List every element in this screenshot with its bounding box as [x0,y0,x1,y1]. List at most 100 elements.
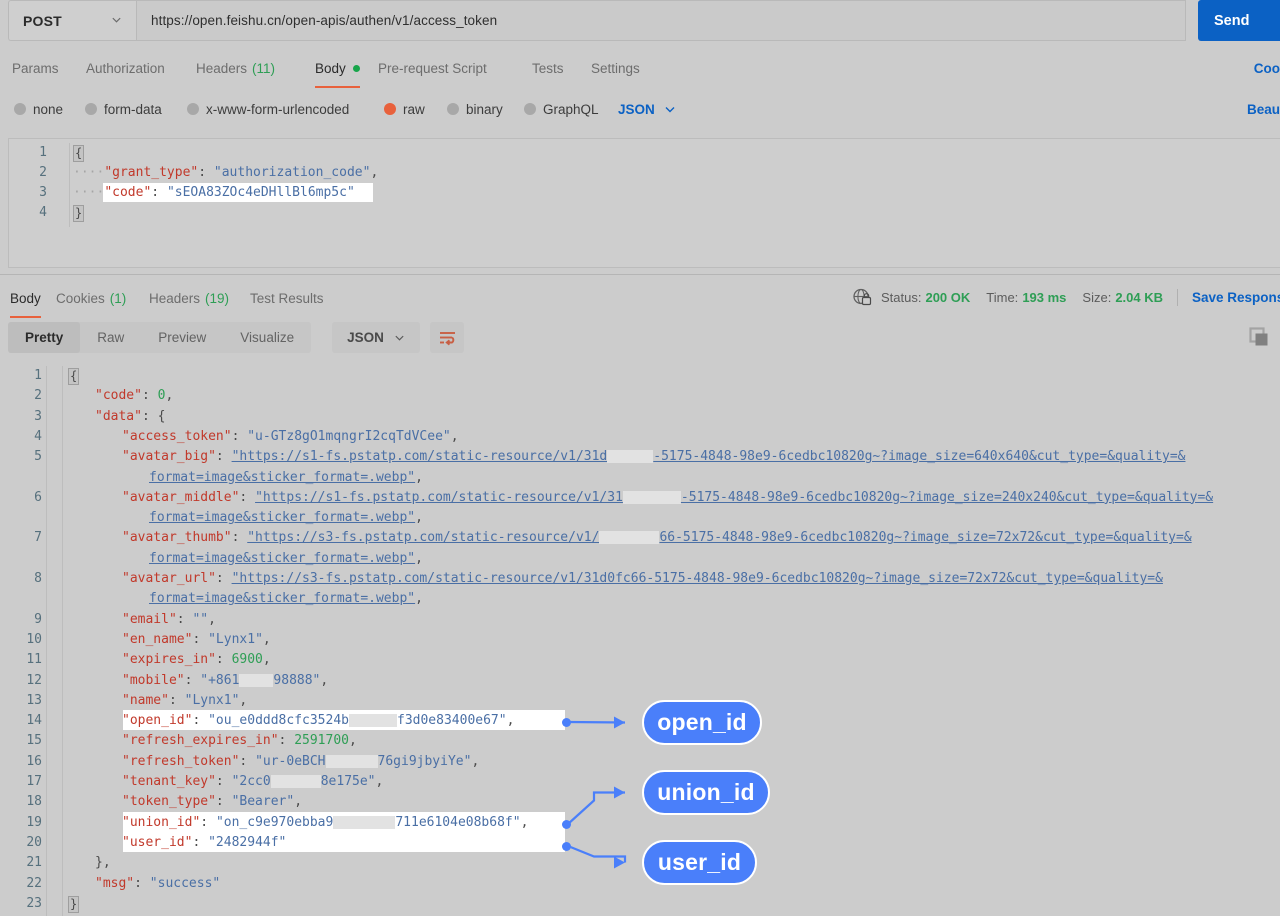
code-line: "refresh_token": "ur-0eBCH 76gi9jbyiYe", [122,754,479,769]
code-token: , [450,428,459,444]
body-type-raw[interactable]: raw [384,97,425,121]
word-wrap-toggle-button[interactable] [430,322,464,353]
code-token: "sEOA83ZOc4eDHllBl6mp5c" [166,185,355,200]
tab-label: Pre-request Script [378,60,487,76]
code-token: "email" [122,611,177,627]
response-view-segmented-control: Pretty Raw Preview Visualize [8,322,312,353]
code-line: } [73,205,85,222]
response-body-viewer[interactable]: 1{2 "code": 0, 3 "data": {4 "access_token": … [0,362,1280,916]
code-token: "avatar_url" [122,571,216,586]
code-line: "code": 0, [95,388,173,403]
code-token: "code" [95,388,142,404]
code-token: , [520,814,529,830]
code-line: "access_token": "u-GTz8gO1mqngrI2cqTdVCe… [122,429,459,444]
tab-label: Headers [196,60,248,76]
code-fold-brace: { [68,368,80,385]
code-line: } [68,895,80,913]
line-number: 22 [26,875,42,891]
code-token: "mobile" [122,672,185,688]
code-token: 2591700 [294,733,349,749]
code-token: "avatar_thumb" [122,530,232,546]
request-tabs: Params Authorization Headers (11) Body Pre-re… [0,50,1280,88]
code-token: "msg" [95,875,135,891]
body-type-graphql[interactable]: GraphQL [524,97,599,121]
body-modified-dot [352,64,360,72]
request-tab-pre-request-script[interactable]: Pre-request Script [378,50,487,86]
response-tab-headers[interactable]: Headers (19) [149,280,229,316]
body-type-form-data[interactable]: form-data [85,97,162,121]
code-token: : [176,611,193,627]
cookies-link[interactable]: Coo [1254,50,1280,86]
save-response-button[interactable]: Save Respons [1192,290,1280,305]
line-number: 11 [26,652,42,668]
word-wrap-icon [439,331,455,345]
code-token: : [215,652,232,668]
code-token: : [151,185,167,200]
code-fold-brace: { [73,145,85,162]
code-line: "avatar_middle": "https://s1-fs.pstatp.c… [122,490,1213,505]
tab-label: Body [315,60,346,76]
code-token: "avatar_big" [122,449,216,465]
request-tab-body[interactable]: Body [315,50,360,88]
line-number: 2 [39,165,47,180]
request-tab-params[interactable]: Params [12,50,59,86]
request-url-input[interactable]: https://open.feishu.cn/open-apis/authen/… [136,0,1186,41]
code-line: "tenant_key": "2cc0 8e175e", [122,774,383,789]
request-tab-settings[interactable]: Settings [591,50,640,86]
line-number: 18 [26,794,42,810]
request-body-editor[interactable]: 1{2 ····"grant_type": "authorization_code… [8,138,1280,268]
tab-label: Params [12,60,59,76]
response-view-preview[interactable]: Preview [141,322,223,353]
code-token: "en_name" [122,631,193,647]
code-token: "success" [149,875,221,891]
code-token: : [198,165,214,180]
radio-dot [384,103,396,115]
copy-response-button[interactable] [1246,324,1272,350]
annotation-label: union_id [657,779,755,805]
body-type-binary[interactable]: binary [447,97,503,121]
request-tab-tests[interactable]: Tests [532,50,564,86]
response-view-pretty[interactable]: Pretty [8,322,81,353]
code-token: , [370,165,379,180]
code-token: : [184,672,201,688]
code-token: "on_c9e970ebba9 [215,814,334,830]
body-type-none[interactable]: none [14,97,63,121]
response-tab-cookies[interactable]: Cookies (1) [56,280,126,316]
code-token: , [262,631,271,647]
beautify-link[interactable]: Beau [1247,97,1280,121]
request-tab-headers[interactable]: Headers (11) [196,50,275,86]
response-view-raw[interactable]: Raw [80,322,141,353]
response-format-selector[interactable]: JSON [332,322,420,353]
code-token: "" [192,611,209,627]
radio-dot [14,103,26,115]
code-line: "user_id": "2482944f" [122,835,286,850]
raw-format-selector[interactable]: JSON [618,97,676,121]
annotation-anchor-dot [562,820,571,829]
response-tab-body[interactable]: Body [10,280,41,318]
code-token: : [134,875,150,891]
code-fold-brace: } [68,895,80,913]
code-token: , [506,713,515,729]
status-divider [1177,288,1179,306]
radio-label: none [33,101,64,117]
code-line: ····"code": "sEOA83ZOc4eDHllBl6mp5c" [73,185,355,200]
code-token: ···· [73,165,105,180]
code-token: : [231,428,248,444]
line-number: 1 [34,368,42,383]
code-token: f3d0e83400e67" [397,713,507,729]
send-button[interactable]: Send [1198,0,1280,41]
response-tab-test-results[interactable]: Test Results [250,280,324,316]
code-url: format=image&sticker_format=.webp" [149,469,416,485]
body-type-x-www-form-urlencoded[interactable]: x-www-form-urlencoded [187,97,349,121]
http-method-selector[interactable]: POST [8,0,136,41]
status-label: Status: [881,289,922,305]
response-view-visualize[interactable]: Visualize [223,322,311,353]
code-token: "+861 [200,672,240,688]
code-url: format=image&sticker_format=.webp" [149,591,416,607]
request-tab-authorization[interactable]: Authorization [86,50,165,86]
code-token: 6900 [231,652,263,668]
tab-count: (19) [205,290,230,306]
code-token: "avatar_middle" [122,489,240,505]
code-token: "Lynx1" [184,692,240,708]
code-url: -5175-4848-98e9-6cedbc10820g~?image_size… [680,489,1214,505]
